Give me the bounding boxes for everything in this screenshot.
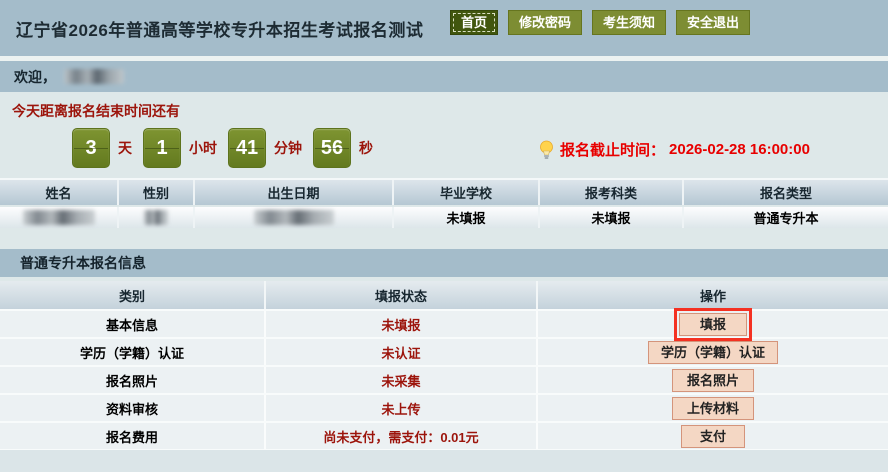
section-bar: 普通专升本报名信息: [0, 249, 888, 277]
countdown-caption: 今天距离报名结束时间还有: [12, 101, 180, 121]
section-title: 普通专升本报名信息: [20, 253, 146, 273]
col-header-registration-type: 报名类型: [684, 180, 888, 205]
countdown-minutes-unit: 分钟: [274, 138, 302, 158]
countdown-days-value: 3: [72, 128, 110, 168]
col-header-name: 姓名: [0, 180, 119, 205]
status-education-verification: 未认证: [381, 343, 420, 362]
candidate-summary-data-row: 未填报 未填报 普通专升本: [0, 207, 888, 228]
table-row-education-verification: 学历（学籍）认证 未认证 学历（学籍）认证: [0, 339, 888, 365]
category-education-verification: 学历（学籍）认证: [80, 343, 184, 362]
cell-birthdate: [195, 207, 394, 228]
col-header-birthdate: 出生日期: [195, 180, 394, 205]
welcome-bar: 欢迎，: [0, 61, 888, 92]
countdown-seconds-value: 56: [313, 128, 351, 168]
bottom-strip: [0, 450, 888, 472]
status-basic-info: 未填报: [381, 315, 420, 334]
countdown-hours-unit: 小时: [189, 138, 217, 158]
category-fee: 报名费用: [106, 427, 158, 446]
status-material-review: 未上传: [381, 399, 420, 418]
cell-name: [0, 207, 119, 228]
deadline-value: 2026-02-28 16:00:00: [669, 141, 810, 158]
table-row-material-review: 资料审核 未上传 上传材料: [0, 395, 888, 421]
registration-portal-page: 辽宁省2026年普通高等学校专升本招生考试报名测试 首页 修改密码 考生须知 安…: [0, 0, 888, 472]
upload-materials-button[interactable]: 上传材料: [672, 397, 754, 420]
cell-gender: [119, 207, 195, 228]
education-verification-button[interactable]: 学历（学籍）认证: [648, 341, 778, 364]
col-header-gender: 性别: [119, 180, 195, 205]
status-table-header-row: 类别 填报状态 操作: [0, 281, 888, 309]
redacted-birthdate: [254, 210, 334, 225]
welcome-label: 欢迎，: [14, 67, 56, 87]
nav-home-button[interactable]: 首页: [450, 10, 498, 35]
lightbulb-icon: [539, 140, 554, 160]
status-fee: 尚未支付，需支付：0.01元: [323, 427, 478, 446]
fill-in-button[interactable]: 填报: [679, 313, 747, 336]
registration-photo-button[interactable]: 报名照片: [672, 369, 754, 392]
candidate-summary-table: 姓名 性别 出生日期 毕业学校 报考科类 报名类型 未填报 未填报 普通专升本: [0, 178, 888, 228]
countdown-seconds-unit: 秒: [359, 138, 373, 158]
countdown-minutes-value: 41: [228, 128, 266, 168]
redacted-name: [23, 210, 95, 225]
nav-candidate-notice-button[interactable]: 考生须知: [592, 10, 666, 35]
cell-graduate-school: 未填报: [394, 207, 540, 228]
redacted-user-name: [64, 69, 124, 84]
category-basic-info: 基本信息: [106, 315, 158, 334]
top-header: 辽宁省2026年普通高等学校专升本招生考试报名测试 首页 修改密码 考生须知 安…: [0, 0, 888, 56]
table-row-photo: 报名照片 未采集 报名照片: [0, 367, 888, 393]
nav-safe-logout-button[interactable]: 安全退出: [676, 10, 750, 35]
registration-status-table: 类别 填报状态 操作 基本信息 未填报 填报 学历（学籍）认证 未认证 学历（学…: [0, 281, 888, 451]
deadline-notice: 报名截止时间： 2026-02-28 16:00:00: [539, 139, 810, 160]
page-title: 辽宁省2026年普通高等学校专升本招生考试报名测试: [16, 16, 423, 41]
countdown-timer: 3 天 1 小时 41 分钟 56 秒: [72, 128, 384, 168]
cell-exam-category: 未填报: [540, 207, 684, 228]
col-header-operation: 操作: [538, 281, 888, 309]
status-photo: 未采集: [381, 371, 420, 390]
table-row-fee: 报名费用 尚未支付，需支付：0.01元 支付: [0, 423, 888, 449]
col-header-exam-category: 报考科类: [540, 180, 684, 205]
countdown-hours-value: 1: [143, 128, 181, 168]
table-row-basic-info: 基本信息 未填报 填报: [0, 311, 888, 337]
countdown-days-unit: 天: [118, 138, 132, 158]
category-photo: 报名照片: [106, 371, 158, 390]
deadline-label: 报名截止时间：: [560, 139, 665, 160]
col-header-graduate-school: 毕业学校: [394, 180, 540, 205]
top-nav: 首页 修改密码 考生须知 安全退出: [450, 10, 750, 35]
candidate-summary-header-row: 姓名 性别 出生日期 毕业学校 报考科类 报名类型: [0, 178, 888, 205]
pay-button[interactable]: 支付: [681, 425, 745, 448]
col-header-fill-status: 填报状态: [266, 281, 538, 309]
nav-change-password-button[interactable]: 修改密码: [508, 10, 582, 35]
cell-registration-type: 普通专升本: [684, 207, 888, 228]
redacted-gender: [144, 210, 168, 225]
category-material-review: 资料审核: [106, 399, 158, 418]
col-header-category: 类别: [0, 281, 266, 309]
